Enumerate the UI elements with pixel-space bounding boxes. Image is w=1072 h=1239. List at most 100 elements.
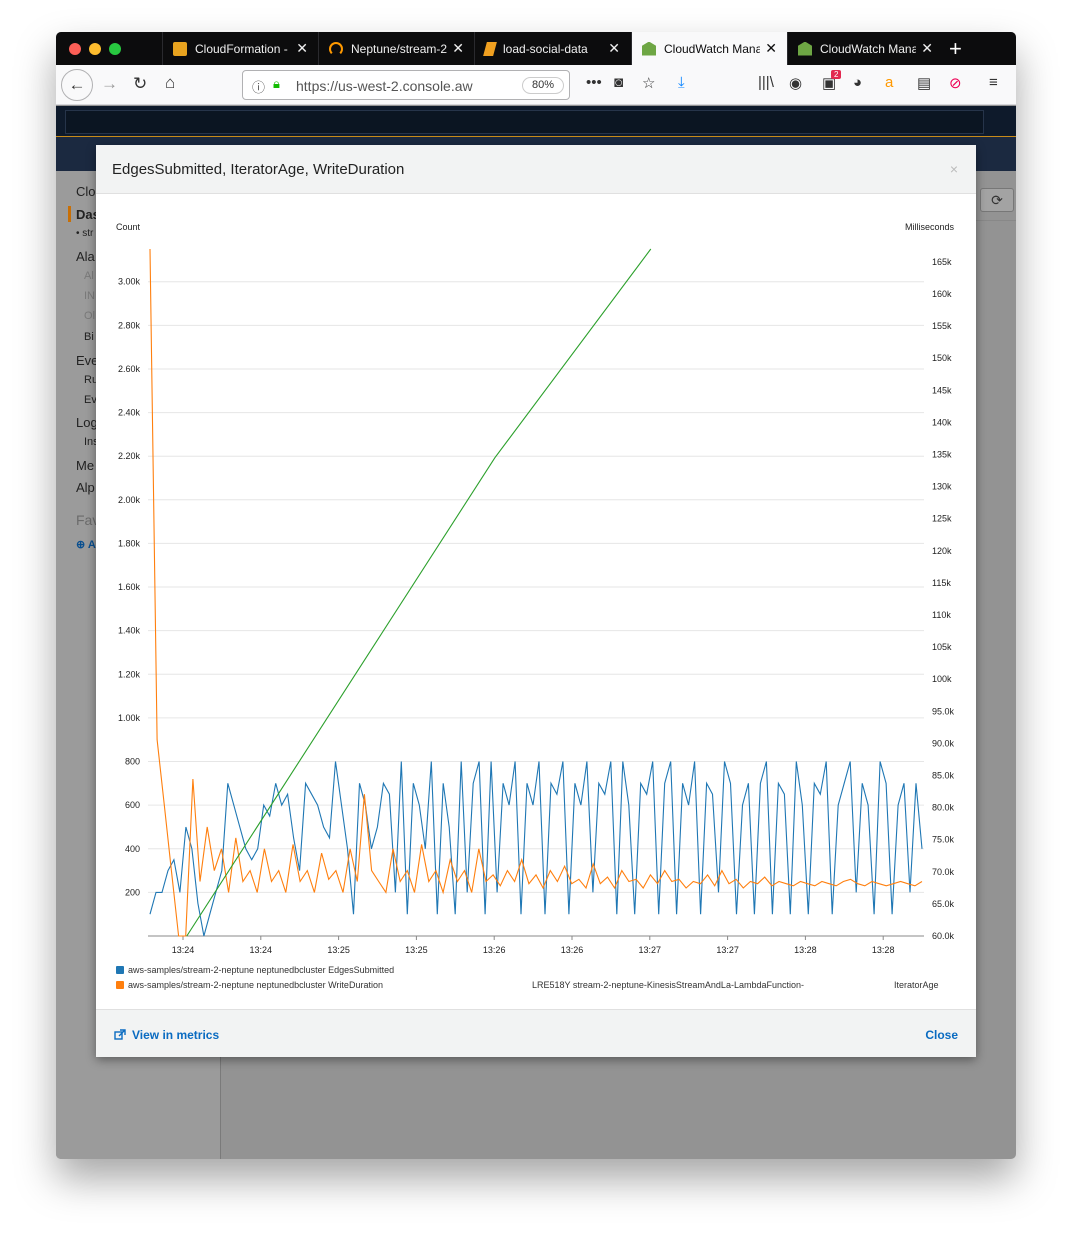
close-icon[interactable]: ✕: [296, 40, 308, 57]
tab-cloudwatch-active[interactable]: CloudWatch Mana ✕: [631, 32, 787, 65]
reload-button[interactable]: ↻: [133, 74, 147, 94]
aws-console-header: [56, 106, 1016, 136]
series-line: [149, 248, 923, 937]
sidebar-item-alarm[interactable]: Al: [84, 270, 94, 282]
close-icon[interactable]: ✕: [921, 40, 933, 57]
x-tick-label: 13:27: [716, 945, 739, 955]
legend-iterator-age-metric: IteratorAge: [894, 980, 939, 990]
y-right-tick-label: 155k: [932, 321, 952, 331]
sidebar-item-event-buses[interactable]: Ev: [84, 394, 97, 406]
y-left-tick-label: 2.40k: [118, 408, 141, 418]
close-icon[interactable]: ✕: [608, 40, 620, 57]
cloudwatch-icon: [642, 41, 656, 56]
modal-title: EdgesSubmitted, IteratorAge, WriteDurati…: [112, 161, 405, 178]
y-left-tick-label: 200: [125, 887, 140, 897]
x-tick-label: 13:27: [639, 945, 662, 955]
y-right-tick-label: 75.0k: [932, 835, 955, 845]
y-left-tick-label: 2.60k: [118, 364, 141, 374]
tab-cloudformation[interactable]: CloudFormation - ✕: [162, 32, 318, 65]
legend-edges-submitted: aws-samples/stream-2-neptune neptunedbcl…: [128, 965, 394, 975]
bookmark-star-icon[interactable]: ☆: [642, 74, 655, 92]
sidebar-item-billing[interactable]: Bi: [84, 331, 94, 343]
y-right-tick-label: 115k: [932, 578, 951, 588]
forward-button[interactable]: →: [101, 74, 118, 94]
y-left-tick-label: 2.00k: [118, 495, 141, 505]
home-button[interactable]: ⌂: [165, 73, 175, 93]
tab-title: Neptune/stream-2: [351, 41, 447, 56]
maximize-window-button[interactable]: [109, 43, 121, 55]
plus-circle-icon: ⊕: [76, 539, 86, 551]
modal-close-icon[interactable]: ×: [950, 161, 958, 177]
legend-swatch: [116, 966, 124, 974]
metrics-chart: Count Milliseconds 200 400 600 800 1.00k 1.20k 1…: [116, 222, 955, 990]
y-left-tick-label: 600: [125, 800, 140, 810]
y-left-tick-label: 1.00k: [118, 713, 141, 723]
y-left-tick-label: 1.40k: [118, 626, 141, 636]
sidebar-item-insufficient[interactable]: IN: [84, 290, 95, 302]
monkey-extension-icon[interactable]: ◕: [853, 74, 862, 91]
cloudwatch-icon: [798, 41, 812, 56]
x-tick-label: 13:25: [405, 945, 428, 955]
menu-icon[interactable]: ≡: [989, 74, 998, 91]
tab-neptune[interactable]: Neptune/stream-2 ✕: [318, 32, 474, 65]
y-left-tick-label: 1.20k: [118, 669, 141, 679]
cloudformation-icon: [173, 41, 187, 56]
close-window-button[interactable]: [69, 43, 81, 55]
tab-title: CloudFormation -: [195, 41, 288, 56]
y-left-tick-label: 1.60k: [118, 582, 141, 592]
sidebar-item-alarms[interactable]: Ala: [76, 249, 95, 264]
sidebar-item-ok[interactable]: Ol: [84, 310, 95, 322]
series-line: [186, 248, 652, 937]
onepassword-icon[interactable]: ◉: [789, 74, 802, 92]
amazon-icon[interactable]: a: [885, 74, 893, 91]
x-tick-label: 13:26: [483, 945, 506, 955]
tab-cloudwatch[interactable]: CloudWatch Mana ✕: [787, 32, 943, 65]
x-tick-label: 13:25: [327, 945, 350, 955]
sidebar-toggle-icon[interactable]: ▤: [917, 74, 931, 92]
sidebar-item-dashboard[interactable]: • str: [76, 228, 93, 239]
refresh-button[interactable]: ⟳: [980, 188, 1014, 212]
active-indicator: [68, 206, 71, 222]
minimize-window-button[interactable]: [89, 43, 101, 55]
y-right-tick-label: 60.0k: [932, 931, 955, 941]
graph-modal: EdgesSubmitted, IteratorAge, WriteDurati…: [96, 145, 976, 1057]
url-text[interactable]: https://us-west-2.console.aw: [296, 78, 486, 94]
tab-bar: CloudFormation - ✕ Neptune/stream-2 ✕ lo…: [56, 32, 1016, 65]
download-icon[interactable]: ⤓: [678, 74, 685, 91]
aws-search-region[interactable]: [65, 110, 984, 134]
close-icon[interactable]: ✕: [452, 40, 464, 57]
info-icon[interactable]: ⓘ: [252, 77, 265, 96]
y-left-tick-label: 2.80k: [118, 320, 141, 330]
x-tick-label: 13:24: [172, 945, 195, 955]
y-axis-right-label: Milliseconds: [905, 222, 955, 232]
sidebar-item-metrics[interactable]: Me: [76, 458, 94, 473]
sidebar-item-alpha[interactable]: Alp: [76, 480, 95, 495]
zoom-indicator[interactable]: 80%: [522, 77, 564, 94]
modal-header: EdgesSubmitted, IteratorAge, WriteDurati…: [96, 145, 976, 194]
y-right-tick-label: 65.0k: [932, 899, 955, 909]
back-button[interactable]: ←: [61, 69, 93, 101]
extension-badge: 2: [831, 70, 842, 79]
view-in-metrics-link[interactable]: View in metrics: [114, 1028, 219, 1042]
neptune-icon: [329, 41, 343, 56]
page-actions-icon[interactable]: •••: [586, 74, 602, 91]
sidebar-item-cloudwatch[interactable]: Clo: [76, 184, 96, 199]
tab-load-social-data[interactable]: load-social-data ✕: [474, 32, 630, 65]
y-right-tick-label: 70.0k: [932, 867, 955, 877]
pocket-icon[interactable]: ◙: [614, 74, 623, 91]
close-button[interactable]: Close: [925, 1028, 958, 1042]
legend-iterator-age: LRE518Y stream-2-neptune-KinesisStreamAn…: [532, 980, 804, 990]
blocker-icon[interactable]: ⊘: [949, 74, 962, 92]
library-icon[interactable]: |||\: [758, 74, 774, 91]
y-right-tick-label: 160k: [932, 289, 952, 299]
lock-icon: 🔒︎: [273, 76, 280, 91]
add-dashboard-link[interactable]: ⊕ A: [76, 538, 96, 551]
new-tab-button[interactable]: +: [949, 36, 962, 62]
y-right-tick-label: 120k: [932, 546, 952, 556]
x-tick-label: 13:28: [872, 945, 895, 955]
close-icon[interactable]: ✕: [765, 40, 777, 57]
sidebar-item-logs[interactable]: Log: [76, 415, 98, 430]
y-right-tick-label: 130k: [932, 482, 952, 492]
url-bar[interactable]: ⓘ 🔒︎ https://us-west-2.console.aw 80%: [242, 70, 570, 100]
y-right-tick-label: 105k: [932, 642, 952, 652]
